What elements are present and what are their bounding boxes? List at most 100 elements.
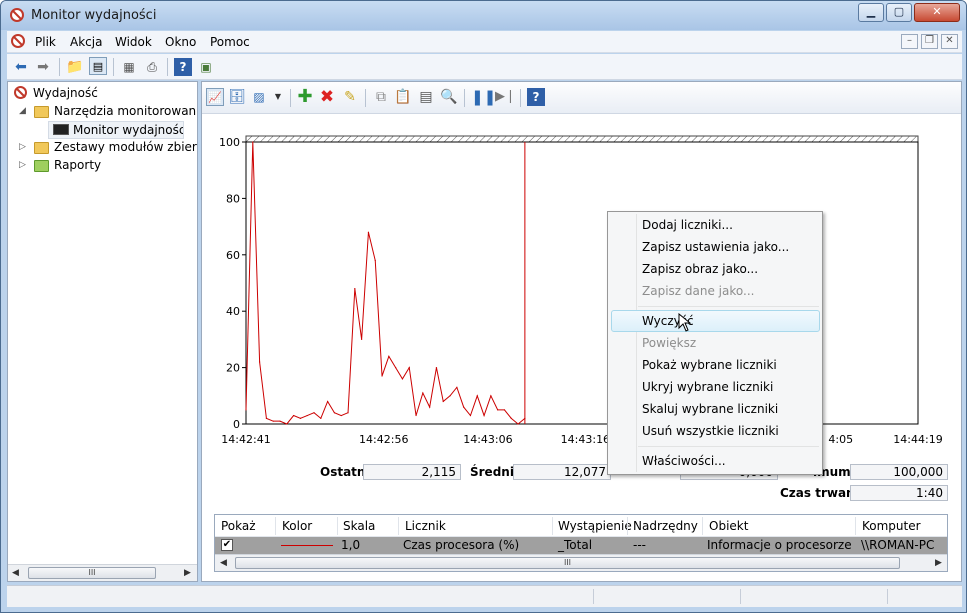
title-bar[interactable]: Monitor wydajności ▁ ▢ ✕ (1, 1, 966, 30)
mdi-minimize-button[interactable]: – (901, 34, 918, 49)
main-toolbar: ⬅ ➡ 📁 ▤ ▦ ⎙ ? ▣ (7, 54, 962, 80)
highlight-icon[interactable]: ✎ (341, 88, 359, 106)
table-row[interactable]: ✔ 1,0 Czas procesora (%) _Total --- Info… (215, 537, 947, 554)
y-tick-label: 80 (226, 192, 240, 205)
toolbar-separator (167, 58, 168, 76)
tree-item-performance-monitor[interactable]: Monitor wydajności (48, 121, 184, 139)
line-chart[interactable]: 0 20 40 60 80 100 14:42:41 14:42:56 14:43:06 14:4… (202, 115, 961, 455)
help-icon[interactable]: ? (174, 58, 192, 76)
properties-icon[interactable]: ▦ (120, 58, 138, 76)
menu-item-save-settings[interactable]: Zapisz ustawienia jako... (642, 240, 789, 254)
delete-counter-icon[interactable]: ✖ (318, 88, 336, 106)
back-arrow-icon[interactable]: ⬅ (12, 58, 30, 76)
folder-icon (34, 142, 49, 154)
menu-item-add-counters[interactable]: Dodaj liczniki... (642, 218, 733, 232)
column-show[interactable]: Pokaż (221, 519, 256, 533)
column-parent[interactable]: Nadrzędny (633, 519, 698, 533)
scroll-left-arrow-icon[interactable]: ◀ (220, 558, 227, 568)
data-point (333, 412, 336, 414)
mdi-close-button[interactable]: ✕ (941, 34, 958, 49)
show-hide-tree-icon[interactable]: ▤ (89, 57, 107, 75)
update-data-icon[interactable]: ▶❘ (495, 88, 516, 106)
monitor-icon (53, 124, 69, 135)
change-graph-type-icon[interactable]: ▨ (250, 88, 268, 106)
collapse-triangle-icon[interactable]: ◢ (19, 106, 26, 116)
scrollbar-thumb[interactable]: III (235, 557, 900, 569)
menu-item-hide-selected[interactable]: Ukryj wybrane liczniki (642, 380, 773, 394)
data-point (476, 395, 478, 397)
counter-legend-table[interactable]: Pokaż Kolor Skala Licznik Wystąpienie Na… (214, 514, 948, 572)
last-value: 2,115 (363, 464, 461, 480)
performance-chart[interactable]: 0 20 40 60 80 100 14:42:41 14:42:56 14:43:06 14:4… (202, 115, 961, 455)
column-color[interactable]: Kolor (282, 519, 312, 533)
graph-type-dropdown-icon[interactable]: ▼ (269, 88, 287, 106)
mdi-restore-button[interactable]: ❐ (921, 34, 938, 49)
zoom-icon[interactable]: 🔍 (440, 88, 458, 106)
window-title: Monitor wydajności (31, 8, 157, 23)
view-log-data-icon[interactable]: 🗄 (228, 88, 246, 106)
menu-item-remove-all[interactable]: Usuń wszystkie liczniki (642, 424, 779, 438)
status-segment (887, 589, 888, 604)
minimize-button[interactable]: ▁ (858, 3, 884, 22)
data-point (361, 338, 363, 340)
data-point (388, 355, 390, 357)
expand-triangle-icon[interactable]: ▷ (19, 142, 26, 152)
maximize-button[interactable]: ▢ (886, 3, 912, 22)
menu-item-properties[interactable]: Właściwości... (642, 454, 726, 468)
menu-item-save-image[interactable]: Zapisz obraz jako... (642, 262, 758, 276)
menu-widok[interactable]: Widok (115, 35, 152, 49)
add-counter-icon[interactable]: ✚ (296, 88, 314, 106)
tree-item-data-collector-sets[interactable]: ▷ Zestawy modułów zbierających dane (12, 139, 197, 157)
scrollbar-thumb[interactable]: III (28, 567, 156, 579)
legend-horizontal-scrollbar[interactable]: ◀ III ▶ (215, 554, 947, 571)
expand-triangle-icon[interactable]: ▷ (19, 160, 26, 170)
menu-item-show-selected[interactable]: Pokaż wybrane liczniki (642, 358, 777, 372)
menu-okno[interactable]: Okno (165, 35, 196, 49)
paste-counter-list-icon[interactable]: 📋 (394, 88, 412, 106)
data-point (354, 288, 356, 290)
copy-properties-icon[interactable]: ⧉ (372, 88, 390, 106)
close-button[interactable]: ✕ (914, 3, 960, 22)
menu-item-scale-selected[interactable]: Skaluj wybrane liczniki (642, 402, 778, 416)
menu-bar: Plik Akcja Widok Okno Pomoc – ❐ ✕ (7, 31, 962, 53)
toolbar-separator (113, 58, 114, 76)
toolbar-separator (290, 89, 291, 107)
scroll-left-arrow-icon[interactable]: ◀ (12, 568, 19, 578)
data-point (408, 367, 410, 369)
data-point (449, 395, 451, 397)
column-separator (552, 517, 553, 535)
column-instance[interactable]: Wystąpienie (558, 519, 632, 533)
data-point (374, 259, 376, 262)
data-point (306, 414, 308, 417)
show-checkbox[interactable]: ✔ (221, 539, 233, 551)
data-point (490, 395, 492, 397)
scroll-right-arrow-icon[interactable]: ▶ (935, 558, 942, 568)
properties-icon[interactable]: ▤ (417, 88, 435, 106)
print-icon[interactable]: ⎙ (143, 58, 161, 76)
column-object[interactable]: Obiekt (709, 519, 748, 533)
x-tick-label: 14:42:41 (221, 433, 270, 446)
scroll-right-arrow-icon[interactable]: ▶ (184, 568, 191, 578)
up-folder-icon[interactable]: 📁 (66, 58, 84, 76)
column-counter[interactable]: Licznik (405, 519, 446, 533)
column-scale[interactable]: Skala (343, 519, 375, 533)
view-current-activity-icon[interactable]: 📈 (206, 88, 224, 106)
menu-akcja[interactable]: Akcja (70, 35, 102, 49)
forward-arrow-icon[interactable]: ➡ (34, 58, 52, 76)
x-tick-label: 14:43:16 (561, 433, 610, 446)
duration-value: 1:40 (850, 485, 948, 501)
column-computer[interactable]: Komputer (862, 519, 921, 533)
menu-plik[interactable]: Plik (35, 35, 56, 49)
data-point (415, 414, 417, 417)
menu-pomoc[interactable]: Pomoc (210, 35, 250, 49)
data-point (340, 414, 342, 417)
show-action-pane-icon[interactable]: ▣ (197, 58, 215, 76)
tree-horizontal-scrollbar[interactable]: ◀ III ▶ (8, 564, 197, 581)
freeze-display-icon[interactable]: ❚❚ (471, 88, 496, 106)
document-menu-icon[interactable] (11, 34, 25, 48)
tree-item-reports[interactable]: ▷ Raporty (12, 157, 197, 175)
tree-item-monitoring-tools[interactable]: ◢ Narzędzia monitorowania (12, 103, 197, 121)
help-icon[interactable]: ? (527, 88, 545, 106)
tree-item-performance[interactable]: Wydajność (12, 85, 192, 103)
y-tick-label: 20 (226, 362, 240, 375)
